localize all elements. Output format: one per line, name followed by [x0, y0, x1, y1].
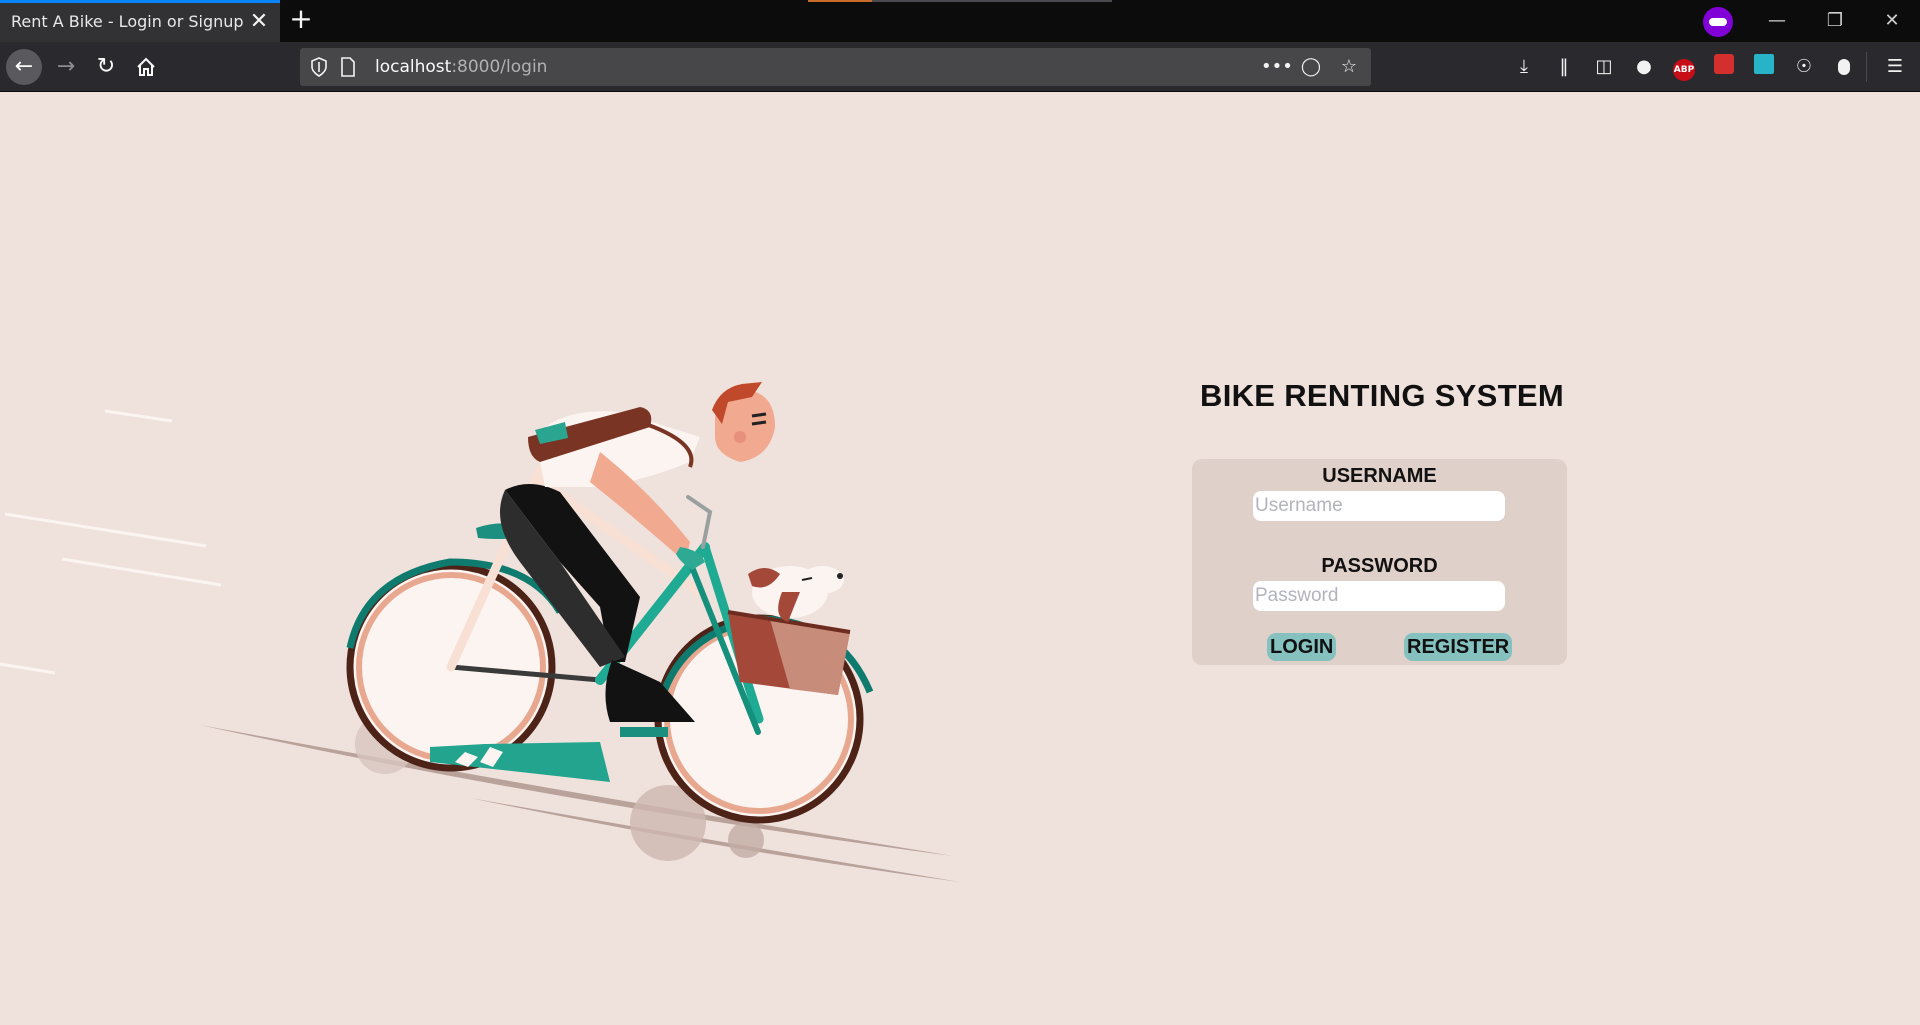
- speed-line: [0, 662, 56, 675]
- active-tab[interactable]: Rent A Bike - Login or Signup ✕: [0, 0, 280, 42]
- username-input[interactable]: [1253, 491, 1505, 521]
- account-icon[interactable]: ●: [1631, 54, 1657, 80]
- cyclist-illustration: [0, 382, 960, 882]
- register-button[interactable]: REGISTER: [1404, 633, 1513, 661]
- tab-bar: Rent A Bike - Login or Signup ✕ + — ❐ ✕: [0, 0, 1920, 42]
- downloads-icon[interactable]: ⤓: [1511, 54, 1537, 80]
- tracking-shield-icon[interactable]: [310, 57, 328, 77]
- globe-icon[interactable]: ☉: [1791, 54, 1817, 80]
- adblock-plus-icon[interactable]: ABP: [1671, 54, 1697, 81]
- close-window-icon[interactable]: ✕: [1877, 6, 1907, 36]
- sidebar-icon[interactable]: ◫: [1591, 54, 1617, 80]
- library-icon[interactable]: ‖: [1551, 54, 1577, 80]
- login-page: BIKE RENTING SYSTEM USERNAME PASSWORD LO…: [0, 92, 1920, 1025]
- reload-icon[interactable]: ↻: [88, 49, 124, 85]
- save-extension-icon[interactable]: [1751, 54, 1777, 80]
- page-title: BIKE RENTING SYSTEM: [1200, 378, 1564, 413]
- page-info-icon[interactable]: [340, 57, 356, 77]
- navigation-toolbar: ← → ↻ localhost:8000/login ••• ◯ ☆ ⤓ ‖ ◫…: [0, 42, 1920, 92]
- tab-loading-indicator: [808, 0, 872, 2]
- speed-line: [61, 557, 222, 587]
- speed-line: [4, 512, 207, 548]
- home-icon[interactable]: [128, 49, 164, 85]
- extension-dot-icon[interactable]: [1831, 54, 1857, 80]
- tab-strip-divider: [872, 0, 1112, 2]
- login-button[interactable]: LOGIN: [1267, 633, 1337, 661]
- front-basket: [727, 610, 851, 695]
- page-actions-icon[interactable]: •••: [1261, 55, 1293, 79]
- bookmark-star-icon[interactable]: ☆: [1337, 55, 1361, 79]
- new-tab-button[interactable]: +: [288, 5, 314, 33]
- pocket-icon[interactable]: ◯: [1299, 55, 1323, 79]
- url-text[interactable]: localhost:8000/login: [375, 57, 547, 77]
- login-form: USERNAME PASSWORD LOGIN REGISTER: [1192, 459, 1567, 665]
- dust-puff: [728, 822, 764, 858]
- restore-window-icon[interactable]: ❐: [1820, 6, 1850, 36]
- speed-line: [104, 409, 173, 423]
- password-input[interactable]: [1253, 581, 1505, 611]
- dog-in-basket: [748, 566, 844, 622]
- rider-head: [712, 382, 775, 462]
- private-browsing-icon: [1703, 7, 1733, 37]
- username-label: USERNAME: [1322, 465, 1437, 487]
- menu-hamburger-icon[interactable]: ☰: [1882, 54, 1908, 80]
- minimize-window-icon[interactable]: —: [1762, 6, 1792, 36]
- toolbar-separator: [1866, 52, 1867, 82]
- color-picker-extension-icon[interactable]: [1711, 54, 1737, 80]
- tab-title: Rent A Bike - Login or Signup: [11, 12, 244, 31]
- address-bar[interactable]: localhost:8000/login ••• ◯ ☆: [300, 48, 1371, 86]
- back-arrow-icon[interactable]: ←: [6, 49, 42, 85]
- password-label: PASSWORD: [1321, 555, 1438, 577]
- forward-arrow-icon[interactable]: →: [48, 49, 84, 85]
- close-tab-icon[interactable]: ✕: [248, 11, 270, 33]
